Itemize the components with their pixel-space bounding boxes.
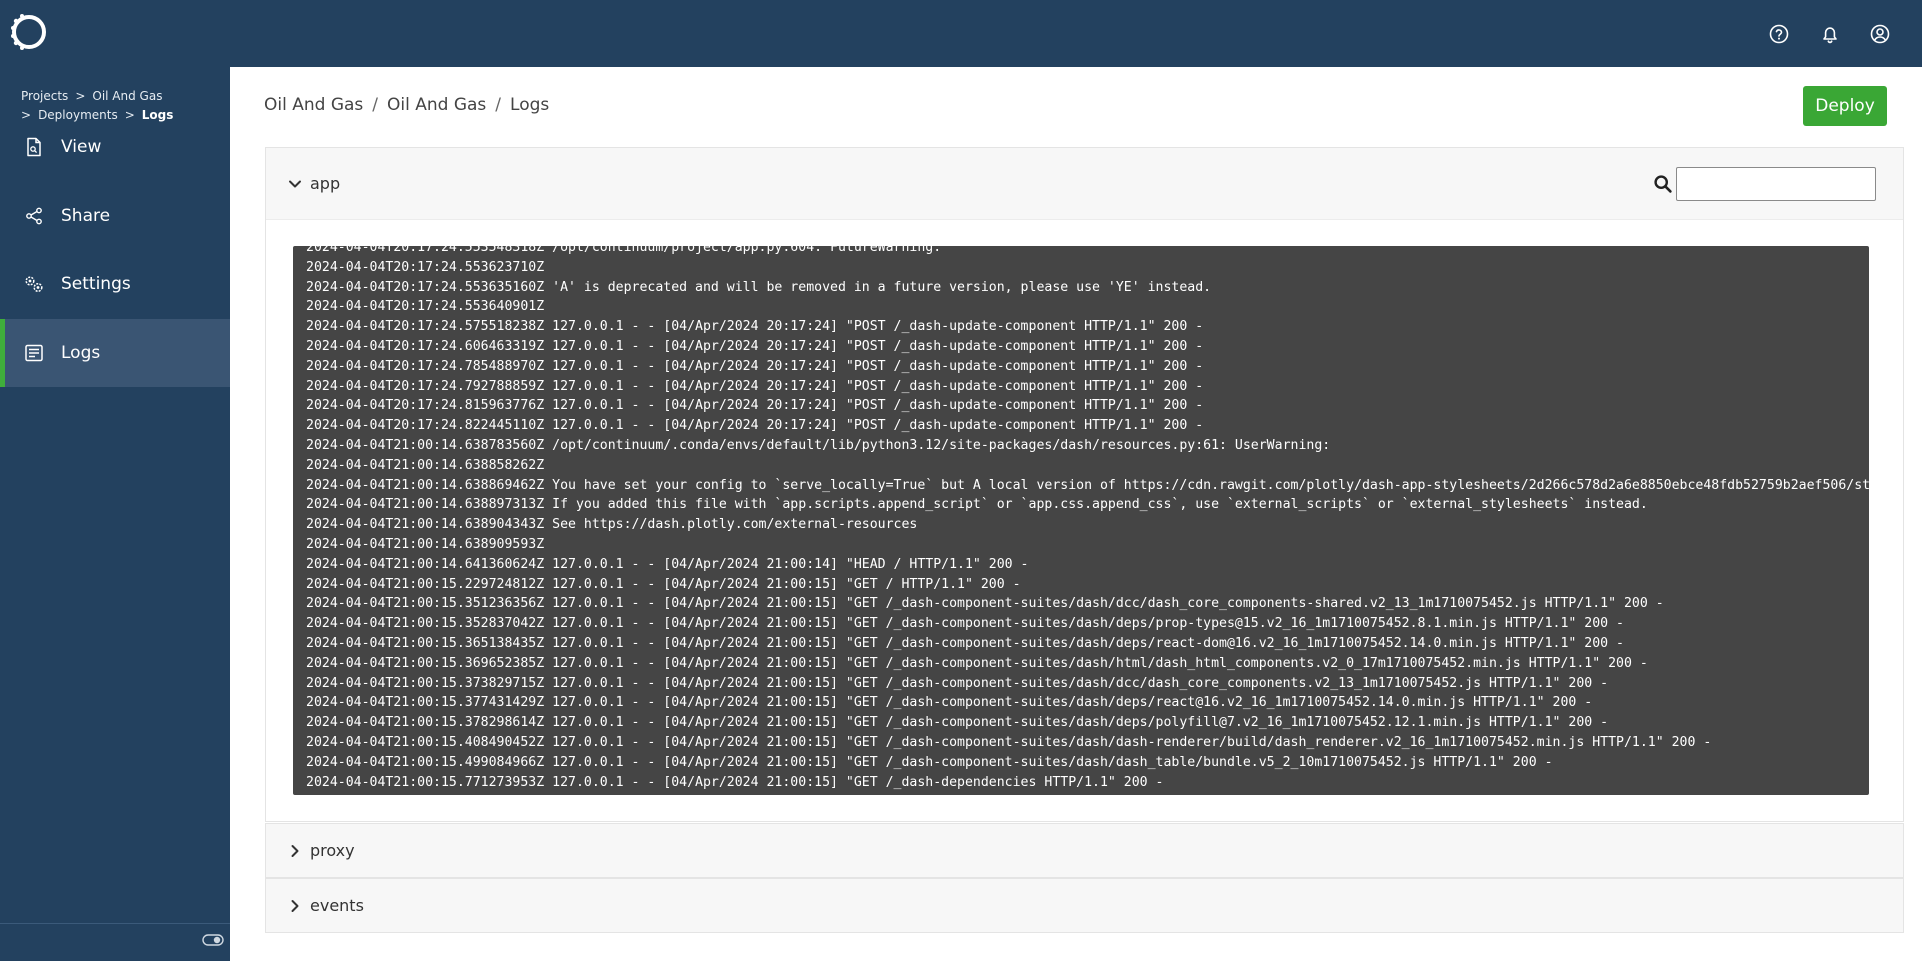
log-line: 2024-04-04T21:00:14.638783560Z /opt/cont… bbox=[306, 437, 1331, 453]
breadcrumb-separator: / bbox=[372, 95, 379, 115]
breadcrumb-project[interactable]: Oil And Gas bbox=[264, 95, 363, 115]
breadcrumb-deployment[interactable]: Oil And Gas bbox=[387, 95, 486, 115]
breadcrumb-separator: > bbox=[75, 89, 86, 103]
chevron-right-icon[interactable] bbox=[286, 897, 304, 915]
log-line: 2024-04-04T21:00:14.638904343Z See https… bbox=[306, 517, 918, 533]
breadcrumb-current-page: Logs bbox=[510, 95, 550, 115]
sidebar-item-label: Share bbox=[61, 206, 111, 226]
sidebar-divider bbox=[0, 923, 230, 924]
log-line: 2024-04-04T21:00:15.351236356Z 127.0.0.1… bbox=[306, 596, 1664, 612]
sidebar-item-logs[interactable]: Logs bbox=[0, 319, 230, 387]
log-line: 2024-04-04T20:17:24.553635160Z 'A' is de… bbox=[306, 279, 1212, 295]
log-line: 2024-04-04T21:00:15.373829715Z 127.0.0.1… bbox=[306, 675, 1609, 691]
log-line: 2024-04-04T21:00:15.365138435Z 127.0.0.1… bbox=[306, 635, 1624, 651]
log-line: 2024-04-04T21:00:14.638909593Z bbox=[306, 536, 545, 552]
app-logo-icon[interactable] bbox=[8, 11, 50, 53]
notifications-bell-icon[interactable] bbox=[1818, 22, 1842, 46]
log-line: 2024-04-04T20:17:24.575518238Z 127.0.0.1… bbox=[306, 319, 1204, 335]
gears-icon bbox=[23, 273, 45, 295]
search-icon bbox=[1654, 175, 1672, 193]
sidebar-item-settings[interactable]: Settings bbox=[0, 250, 230, 318]
sidebar: Projects > Oil And Gas > Deployments > Logs V… bbox=[0, 67, 230, 961]
breadcrumb-projects-link[interactable]: Projects bbox=[21, 89, 68, 103]
log-panel-proxy: proxy bbox=[265, 823, 1904, 878]
log-search-input[interactable] bbox=[1676, 167, 1876, 201]
log-line: 2024-04-04T20:17:24.606463319Z 127.0.0.1… bbox=[306, 338, 1204, 354]
top-bar bbox=[0, 0, 1922, 67]
breadcrumb-project-link[interactable]: Oil And Gas bbox=[92, 89, 162, 103]
log-line: 2024-04-04T21:00:14.641360624Z 127.0.0.1… bbox=[306, 556, 1029, 572]
breadcrumb-separator: / bbox=[495, 95, 502, 115]
main-content: Oil And Gas / Oil And Gas / Logs Deploy app … bbox=[230, 67, 1922, 961]
help-icon[interactable] bbox=[1767, 22, 1791, 46]
panel-title-proxy[interactable]: proxy bbox=[310, 841, 355, 860]
sidebar-item-label: Settings bbox=[61, 274, 131, 294]
theme-toggle-icon[interactable] bbox=[202, 933, 224, 947]
log-line: 2024-04-04T21:00:14.638869462Z You have … bbox=[306, 477, 1869, 493]
log-panel-events: events bbox=[265, 878, 1904, 933]
log-line: 2024-04-04T21:00:15.499084966Z 127.0.0.1… bbox=[306, 754, 1553, 770]
log-output[interactable]: 2024-04-04T20:17:24.553548318Z /opt/cont… bbox=[293, 246, 1869, 795]
sidebar-item-label: View bbox=[61, 137, 102, 157]
log-line: 2024-04-04T21:00:15.378298614Z 127.0.0.1… bbox=[306, 715, 1609, 731]
log-line: 2024-04-04T21:00:15.377431429Z 127.0.0.1… bbox=[306, 695, 1593, 711]
sidebar-item-view[interactable]: View bbox=[0, 113, 230, 181]
log-lines: 2024-04-04T20:17:24.553548318Z /opt/cont… bbox=[306, 246, 1869, 792]
chevron-down-icon[interactable] bbox=[286, 175, 304, 193]
log-line: 2024-04-04T20:17:24.815963776Z 127.0.0.1… bbox=[306, 398, 1204, 414]
log-line: 2024-04-04T21:00:15.369652385Z 127.0.0.1… bbox=[306, 655, 1648, 671]
page-breadcrumb: Oil And Gas / Oil And Gas / Logs bbox=[264, 95, 549, 115]
document-icon bbox=[23, 136, 45, 158]
log-line: 2024-04-04T21:00:14.638858262Z bbox=[306, 457, 545, 473]
logs-icon bbox=[23, 342, 45, 364]
chevron-right-icon[interactable] bbox=[286, 842, 304, 860]
log-line: 2024-04-04T21:00:14.638897313Z If you ad… bbox=[306, 497, 1648, 513]
log-viewer-container: 2024-04-04T20:17:24.553548318Z /opt/cont… bbox=[266, 219, 1903, 821]
panel-header-app[interactable]: app bbox=[266, 148, 1903, 219]
log-line: 2024-04-04T20:17:24.792788859Z 127.0.0.1… bbox=[306, 378, 1204, 394]
log-panel-app: app 2024-04-04T20:17:24.553548318Z /opt/… bbox=[265, 147, 1904, 822]
log-line: 2024-04-04T21:00:15.352837042Z 127.0.0.1… bbox=[306, 616, 1624, 632]
log-line: 2024-04-04T20:17:24.822445110Z 127.0.0.1… bbox=[306, 418, 1204, 434]
panel-header-proxy[interactable]: proxy bbox=[266, 824, 1903, 877]
sidebar-item-share[interactable]: Share bbox=[0, 182, 230, 250]
panel-header-events[interactable]: events bbox=[266, 879, 1903, 932]
log-line: 2024-04-04T21:00:15.408490452Z 127.0.0.1… bbox=[306, 734, 1712, 750]
panel-title-events[interactable]: events bbox=[310, 896, 364, 915]
log-line: 2024-04-04T20:17:24.553548318Z /opt/cont… bbox=[306, 246, 942, 255]
log-line: 2024-04-04T20:17:24.785488970Z 127.0.0.1… bbox=[306, 358, 1204, 374]
sidebar-item-label: Logs bbox=[61, 343, 101, 363]
log-line: 2024-04-04T21:00:15.771273953Z 127.0.0.1… bbox=[306, 774, 1164, 790]
share-icon bbox=[23, 205, 45, 227]
log-line: 2024-04-04T20:17:24.553640901Z bbox=[306, 299, 545, 315]
log-line: 2024-04-04T21:00:15.229724812Z 127.0.0.1… bbox=[306, 576, 1021, 592]
user-account-icon[interactable] bbox=[1868, 22, 1892, 46]
log-line: 2024-04-04T20:17:24.553623710Z bbox=[306, 259, 545, 275]
deploy-button[interactable]: Deploy bbox=[1803, 86, 1887, 126]
panel-title-app[interactable]: app bbox=[310, 174, 340, 193]
